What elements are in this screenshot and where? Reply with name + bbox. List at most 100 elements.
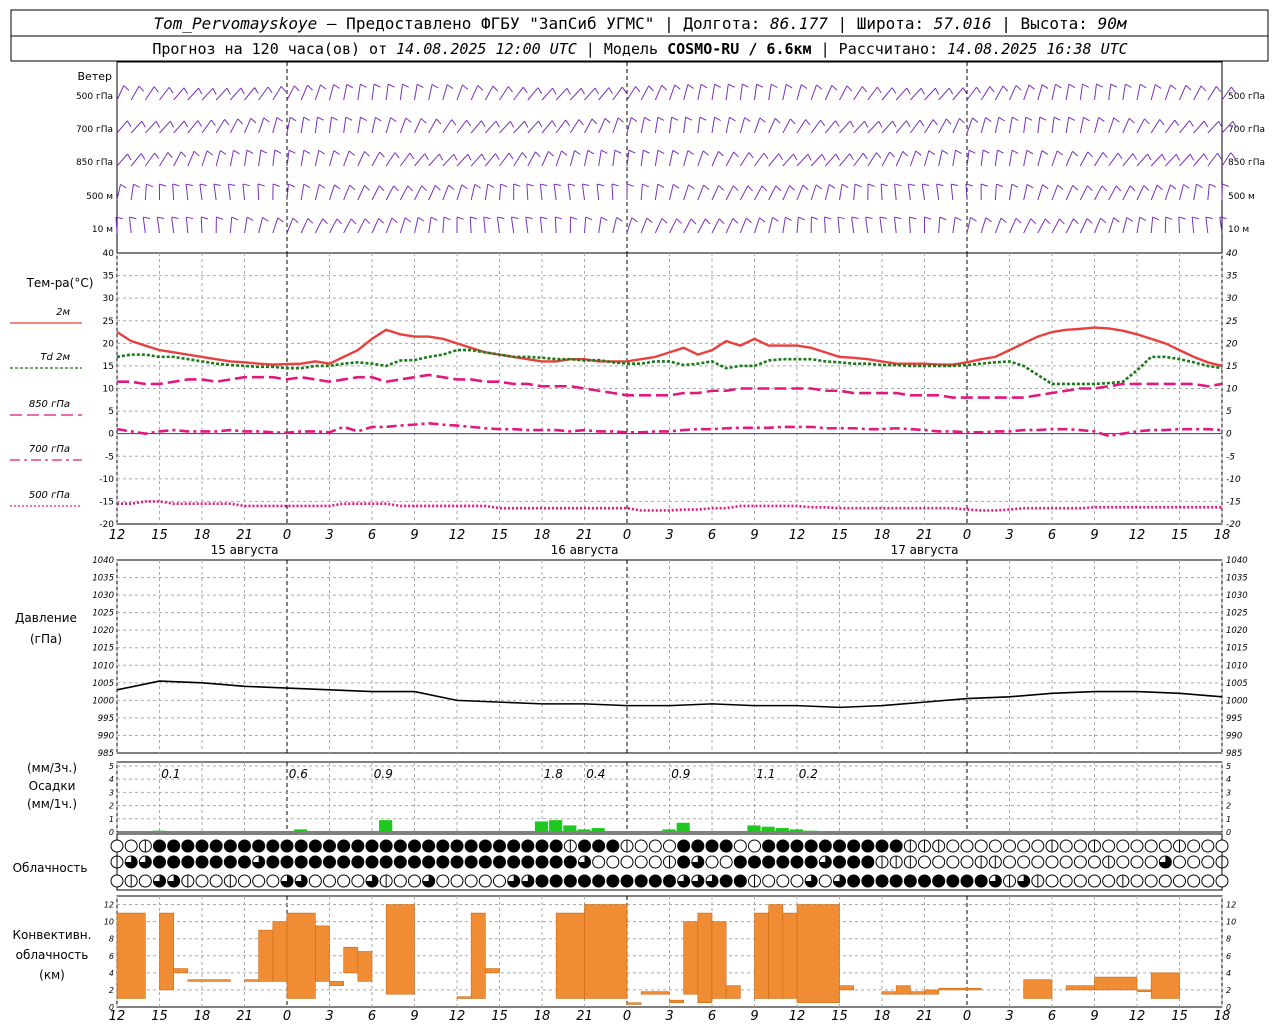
wind-barb-feather — [233, 150, 239, 154]
wind-barb-feather — [1042, 151, 1048, 155]
wind-barb-feather — [439, 154, 442, 160]
precip-total-label: 0.9 — [374, 767, 393, 781]
cloud-symbol — [1159, 840, 1171, 852]
wind-barb-shaft — [443, 120, 452, 133]
cloud-symbol — [720, 875, 732, 887]
cloud-symbol — [961, 856, 973, 868]
conv-cloud-bar — [273, 922, 287, 982]
wind-barb-shaft — [315, 184, 319, 200]
conv-ytick-right: 2 — [1226, 986, 1231, 995]
wind-barb-shaft — [995, 184, 996, 200]
temp-ytick-left: 15 — [103, 362, 114, 372]
wind-barb-feather — [757, 84, 763, 87]
hour-label: 9 — [410, 528, 418, 543]
temp-ytick-right: -10 — [1226, 475, 1241, 485]
wind-barb-feather — [1204, 121, 1207, 127]
wind-barb-shaft — [415, 84, 418, 100]
wind-barb-shaft — [840, 86, 848, 100]
cloud-symbol — [649, 840, 661, 852]
wind-barb-shaft — [201, 217, 202, 233]
wind-barb-feather — [1099, 118, 1105, 122]
wind-barb-shaft — [1165, 154, 1176, 166]
hour-label-bottom: 12 — [789, 1009, 806, 1024]
wind-barb-feather — [360, 117, 366, 120]
wind-barb-feather — [375, 117, 381, 121]
wind-barb-feather — [647, 218, 652, 223]
wind-barb-shaft — [939, 217, 940, 233]
cloud-symbol — [239, 875, 251, 887]
cloud-symbol — [1060, 875, 1072, 887]
wind-barb-shaft — [485, 184, 487, 200]
wind-barb-shaft — [967, 150, 969, 166]
wind-barb-feather — [496, 121, 499, 127]
conv-cloud-bar — [259, 930, 273, 981]
conv-ytick-right: 4 — [1226, 969, 1231, 978]
wind-barb-shaft — [868, 87, 877, 100]
wind-barb-feather — [924, 217, 931, 219]
wind-barb-feather — [772, 217, 778, 221]
wind-barb-feather — [1084, 117, 1090, 121]
wind-barb-feather — [1144, 186, 1149, 191]
wind-barb-feather — [213, 88, 216, 94]
wind-barb-feather — [273, 184, 280, 186]
hour-label-bottom: 9 — [410, 1009, 418, 1024]
wind-barb-feather — [643, 150, 649, 153]
wind-barb-feather — [921, 88, 924, 94]
wind-barb-shaft — [457, 154, 468, 166]
press-ytick-right: 995 — [1226, 714, 1242, 724]
temp-ytick-right: 5 — [1226, 407, 1232, 417]
wind-barb-shaft — [811, 85, 816, 100]
wind-barb-shaft — [783, 154, 794, 166]
wind-barb-feather — [996, 184, 1002, 187]
wind-barb-shaft — [131, 184, 133, 200]
cloud-symbol — [295, 856, 307, 868]
wind-barb-feather — [143, 217, 150, 218]
cloud-symbol — [777, 875, 789, 887]
wind-barb-shaft — [838, 217, 840, 233]
wind-barb-shaft — [570, 119, 579, 133]
cloud-symbol — [621, 875, 633, 887]
wind-barb-feather — [632, 218, 638, 222]
wind-barb-feather — [1129, 118, 1134, 123]
wind-barb-feather — [850, 121, 853, 127]
cloud-symbol — [437, 840, 449, 852]
wind-barb-feather — [251, 118, 256, 123]
wind-barb-feather — [337, 219, 342, 224]
cloud-symbol — [621, 856, 633, 868]
cloud-symbol — [933, 856, 945, 868]
wind-barb-feather — [880, 217, 887, 218]
hour-label: 9 — [1090, 528, 1098, 543]
wind-barb-feather — [746, 218, 751, 223]
wind-level-label-right: 500 гПа — [1228, 92, 1265, 102]
wind-barb-feather — [379, 218, 384, 223]
cloud-symbol — [1089, 875, 1101, 887]
cloud-symbol — [848, 856, 860, 868]
cloud-symbol — [253, 840, 265, 852]
wind-barb-shaft — [372, 186, 379, 200]
wind-barb-shaft — [1024, 184, 1028, 200]
wind-barb-shaft — [555, 217, 556, 233]
wind-barb-feather — [1001, 218, 1006, 222]
wind-barb-shaft — [840, 154, 850, 166]
wind-barb-feather — [346, 117, 352, 120]
wind-barb-shaft — [174, 152, 181, 166]
wind-barb-feather — [1055, 84, 1061, 88]
wind-barb-feather — [1114, 118, 1120, 122]
wind-barb-shaft — [129, 217, 131, 233]
wind-level-label-right: 700 гПа — [1228, 125, 1265, 135]
wind-barb-feather — [806, 120, 810, 125]
wind-barb-feather — [759, 218, 765, 222]
hour-label-bottom: 18 — [874, 1009, 891, 1024]
cloud-symbol — [1188, 856, 1200, 868]
wind-barb-feather — [949, 88, 952, 94]
conv-cloud-bar — [471, 913, 485, 998]
wind-barb-feather — [852, 217, 859, 218]
wind-barb-shaft — [497, 217, 499, 233]
precip-ytick-right: 3 — [1226, 788, 1231, 797]
wind-barb-shaft — [783, 119, 791, 133]
wind-barb-shaft — [344, 219, 351, 233]
wind-barb-shaft — [470, 217, 471, 233]
wind-barb-feather — [289, 150, 295, 153]
wind-barb-shaft — [939, 88, 950, 100]
wind-barb-feather — [1073, 219, 1078, 224]
